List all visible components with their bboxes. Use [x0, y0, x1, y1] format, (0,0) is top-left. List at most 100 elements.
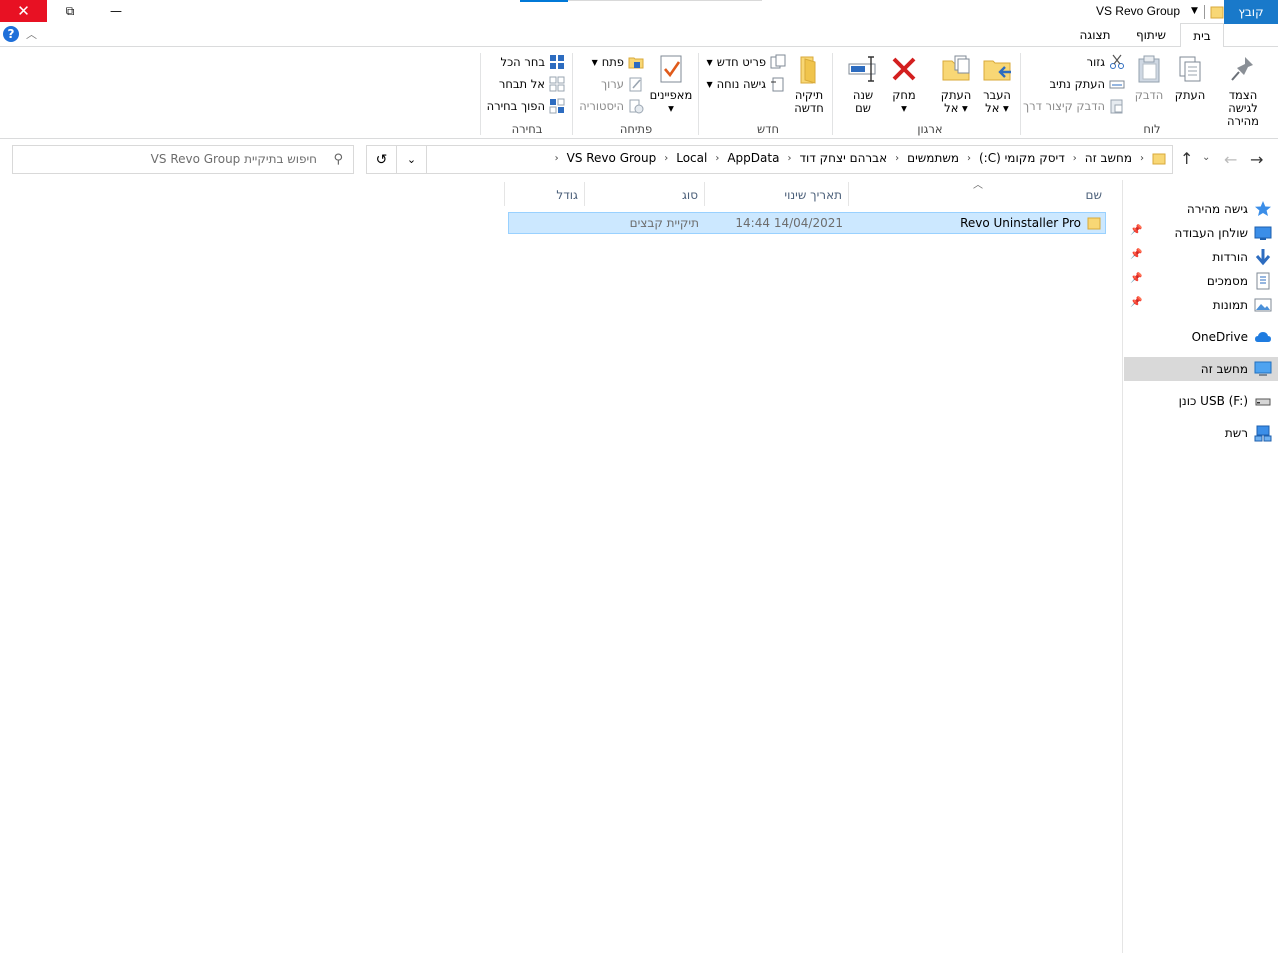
- easy-access-button[interactable]: גישה נוחה ▼: [706, 74, 786, 94]
- cloud-icon: [1255, 332, 1271, 342]
- new-item-button[interactable]: פריט חדש ▼: [707, 52, 786, 72]
- nav-documents[interactable]: מסמכים 📌: [1124, 269, 1278, 293]
- column-header-type[interactable]: סוג: [586, 184, 704, 206]
- table-row[interactable]: Revo Uninstaller Pro 14/04/2021 14:44 תי…: [508, 212, 1106, 234]
- column-header-name[interactable]: שם: [850, 184, 1106, 206]
- pin-icon[interactable]: 📌: [1130, 249, 1142, 260]
- search-input[interactable]: [29, 151, 319, 167]
- move-to-button[interactable]: העבר אל ▾: [978, 53, 1016, 115]
- group-label-select: בחירה: [511, 122, 543, 136]
- copy-to-label-line2: אל ▾: [944, 101, 968, 115]
- address-dropdown-icon[interactable]: ⌄: [397, 146, 427, 173]
- help-icon[interactable]: ?: [3, 26, 19, 42]
- edit-icon: [629, 77, 642, 92]
- breadcrumb-item-users[interactable]: משתמשים: [901, 151, 965, 165]
- open-dropdown-icon: ▼: [591, 57, 598, 67]
- breadcrumb-item-local-disk[interactable]: דיסק מקומי (C:): [973, 151, 1071, 165]
- tab-view[interactable]: תצוגה: [1068, 23, 1122, 47]
- up-arrow-icon[interactable]: ↑: [1180, 149, 1193, 168]
- pin-icon[interactable]: 📌: [1130, 273, 1142, 284]
- nav-this-pc[interactable]: מחשב זה: [1124, 357, 1278, 381]
- copy-to-button[interactable]: העתק אל ▾: [937, 53, 975, 115]
- paste-button[interactable]: הדבק: [1131, 53, 1167, 102]
- back-arrow-icon[interactable]: →: [1250, 150, 1263, 169]
- restore-button[interactable]: ⧉: [47, 0, 93, 22]
- nav-quick-access-label: גישה מהירה: [1186, 202, 1248, 216]
- column-header-date[interactable]: תאריך שינוי: [706, 184, 848, 206]
- group-label-clipboard: לוח: [1143, 122, 1161, 136]
- column-header-date-label: תאריך שינוי: [784, 188, 842, 202]
- nav-pictures[interactable]: תמונות 📌: [1124, 293, 1278, 317]
- new-folder-button[interactable]: תיקיה חדשה: [790, 53, 828, 115]
- cut-button[interactable]: גזור: [1087, 52, 1125, 72]
- edit-button[interactable]: ערוך: [601, 74, 644, 94]
- column-separator[interactable]: [848, 182, 849, 206]
- group-separator: [698, 53, 699, 135]
- nav-quick-access[interactable]: גישה מהירה: [1124, 197, 1278, 221]
- properties-button[interactable]: מאפיינים ▾: [649, 53, 693, 115]
- tab-home[interactable]: בית: [1180, 23, 1224, 48]
- move-to-label-line2: אל ▾: [985, 101, 1009, 115]
- rename-button[interactable]: שנה שם: [845, 53, 881, 115]
- breadcrumb-item-vs-revo-group[interactable]: VS Revo Group: [561, 151, 663, 165]
- breadcrumb-chevron[interactable]: ‹: [893, 153, 901, 164]
- minimize-button[interactable]: —: [93, 0, 139, 22]
- copy-path-button[interactable]: העתק נתיב: [1050, 74, 1125, 94]
- nav-downloads[interactable]: הורדות 📌: [1124, 245, 1278, 269]
- select-none-icon: [549, 76, 565, 92]
- nav-usb-drive[interactable]: USB (F:) כונן: [1124, 389, 1278, 413]
- open-button[interactable]: פתח ▼: [592, 52, 644, 72]
- nav-onedrive[interactable]: OneDrive: [1124, 325, 1278, 349]
- breadcrumb-item-appdata[interactable]: AppData: [721, 151, 785, 165]
- new-folder-qat-icon[interactable]: [1210, 4, 1224, 20]
- delete-button[interactable]: מחק ▾: [886, 53, 922, 115]
- ribbon: הצמד לגישה מהירה העתק הדבק גזור העתק נתי…: [0, 47, 1278, 139]
- column-separator[interactable]: [504, 182, 505, 206]
- history-button[interactable]: היסטוריה: [579, 96, 644, 116]
- select-none-button[interactable]: אל תבחר: [499, 74, 565, 94]
- paste-shortcut-button[interactable]: הדבק קיצור דרך: [1023, 96, 1125, 116]
- forward-arrow-icon[interactable]: ←: [1224, 150, 1237, 169]
- breadcrumb-item-local[interactable]: Local: [670, 151, 713, 165]
- breadcrumb-item-user[interactable]: אברהם יצחק דוד: [793, 151, 893, 165]
- copy-icon: [1179, 56, 1201, 82]
- recent-locations-icon[interactable]: ⌄: [1202, 152, 1210, 163]
- breadcrumb-chevron[interactable]: ‹: [1138, 153, 1146, 164]
- history-label: היסטוריה: [579, 99, 624, 113]
- file-date: 14/04/2021 14:44: [735, 216, 843, 230]
- nav-desktop[interactable]: שולחן העבודה 📌: [1124, 221, 1278, 245]
- breadcrumb-chevron[interactable]: ‹: [553, 153, 561, 164]
- breadcrumb-chevron[interactable]: ‹: [965, 153, 973, 164]
- breadcrumb-chevron[interactable]: ‹: [662, 153, 670, 164]
- navigation-pane: גישה מהירה שולחן העבודה 📌 הורדות 📌 מסמכי…: [1122, 180, 1278, 953]
- paste-label: הדבק: [1134, 88, 1164, 102]
- invert-selection-button[interactable]: הפוך בחירה: [487, 96, 565, 116]
- file-name[interactable]: Revo Uninstaller Pro: [960, 216, 1081, 230]
- tab-file[interactable]: קובץ: [1224, 0, 1278, 24]
- collapse-ribbon-icon[interactable]: ︿: [26, 26, 37, 42]
- address-bar[interactable]: ↺ ⌄ ‹ מחשב זה ‹ דיסק מקומי (C:) ‹ משתמשי…: [366, 145, 1173, 174]
- refresh-icon[interactable]: ↺: [367, 146, 397, 173]
- nav-documents-label: מסמכים: [1206, 274, 1248, 288]
- column-separator[interactable]: [584, 182, 585, 206]
- nav-network[interactable]: רשת: [1124, 421, 1278, 445]
- breadcrumb-chevron[interactable]: ‹: [785, 153, 793, 164]
- pin-icon[interactable]: 📌: [1130, 297, 1142, 308]
- breadcrumb-item-this-pc[interactable]: מחשב זה: [1079, 151, 1138, 165]
- column-header-size[interactable]: גודל: [506, 184, 584, 206]
- breadcrumb-chevron[interactable]: ‹: [1071, 153, 1079, 164]
- search-icon[interactable]: ⚲: [333, 152, 343, 167]
- select-all-icon: [550, 55, 564, 69]
- pin-icon[interactable]: 📌: [1130, 225, 1142, 236]
- select-all-button[interactable]: בחר הכל: [501, 52, 565, 72]
- breadcrumb-chevron[interactable]: ‹: [713, 153, 721, 164]
- close-button[interactable]: ✕: [0, 0, 47, 22]
- tab-share[interactable]: שיתוף: [1124, 23, 1178, 47]
- search-box[interactable]: ⚲: [12, 145, 354, 174]
- pin-quick-access-button[interactable]: הצמד לגישה מהירה: [1213, 53, 1273, 128]
- column-separator[interactable]: [704, 182, 705, 206]
- copy-button[interactable]: העתק: [1172, 53, 1208, 102]
- rename-label-line2: שם: [855, 101, 871, 115]
- qat-customize-icon[interactable]: ▼: [1191, 6, 1198, 16]
- column-header-type-label: סוג: [681, 188, 698, 202]
